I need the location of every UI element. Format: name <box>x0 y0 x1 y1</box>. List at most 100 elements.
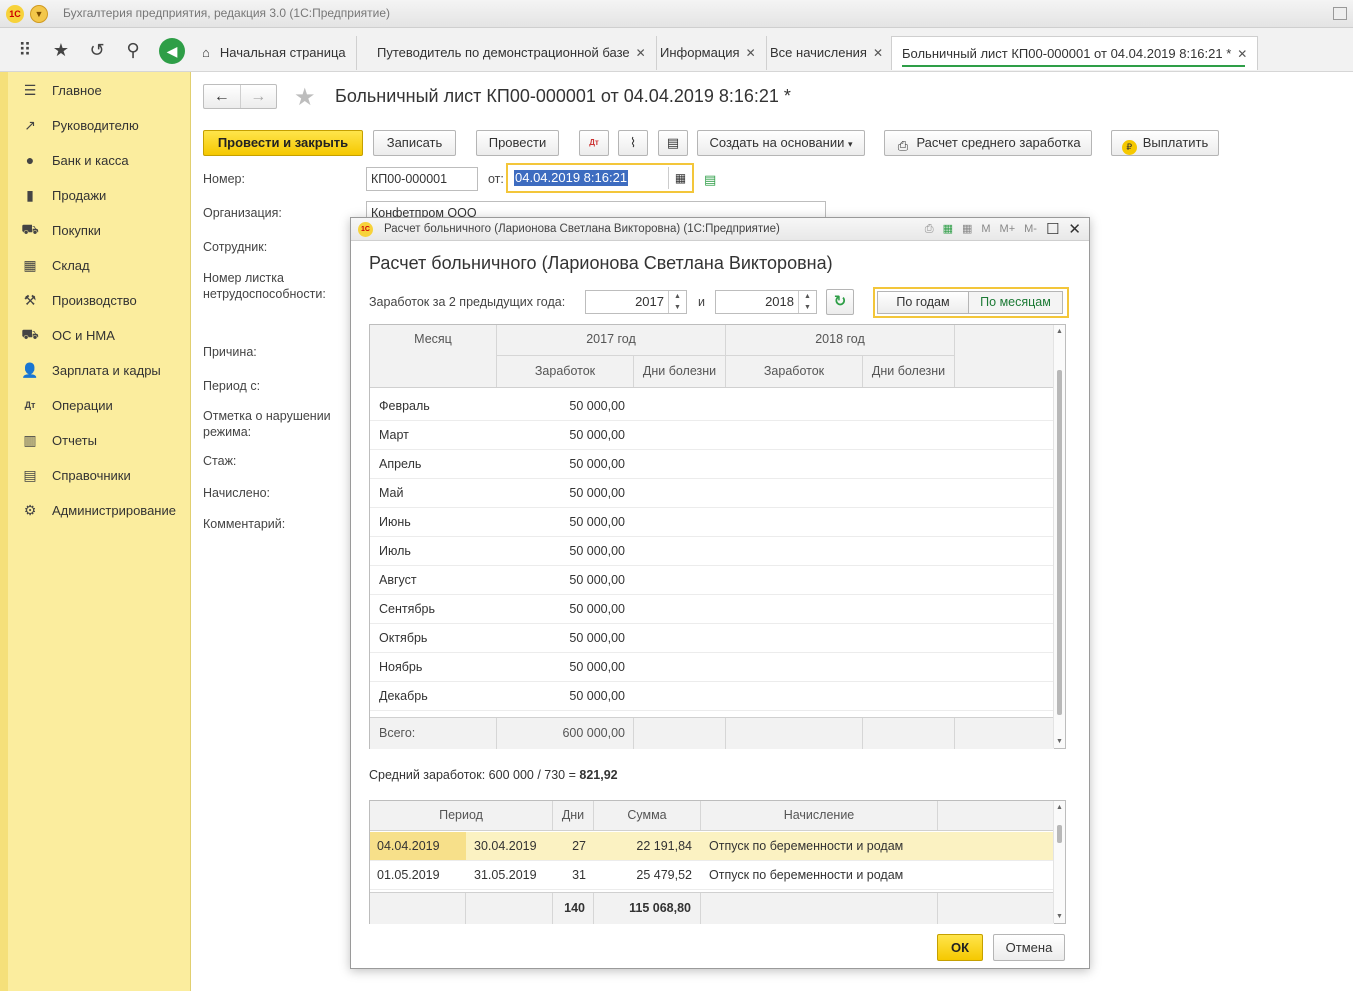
window-restore-button[interactable] <box>1333 7 1347 20</box>
memory-plus-button[interactable]: M+ <box>1000 218 1016 241</box>
average-earnings-button[interactable]: ⎙ Расчет среднего заработка <box>884 130 1092 156</box>
table-row[interactable]: Октябрь 50 000,00 <box>370 624 1054 653</box>
spreadsheet-icon[interactable]: ▦ <box>943 218 953 241</box>
number-field[interactable]: КП00-000001 <box>366 167 478 191</box>
status-icon[interactable]: ▤ <box>704 172 716 188</box>
tab-label: Информация <box>660 45 740 60</box>
refresh-icon[interactable]: ↻ <box>826 289 854 315</box>
scroll-down-icon[interactable]: ▼ <box>1056 913 1063 920</box>
tab-all-accruals[interactable]: Все начисления ✕ <box>760 36 895 70</box>
table-row[interactable]: Август 50 000,00 <box>370 566 1054 595</box>
year1-spinner[interactable]: 2017 ▲ ▼ <box>585 290 687 314</box>
table-row[interactable]: 01.05.2019 31.05.2019 31 25 479,52 Отпус… <box>370 861 1054 890</box>
scroll-up-icon[interactable]: ▲ <box>1056 804 1063 811</box>
tab-guide[interactable]: Путеводитель по демонстрационной базе ✕ <box>367 36 657 70</box>
structure-icon[interactable]: ▤ <box>658 130 688 156</box>
post-button[interactable]: Провести <box>476 130 559 156</box>
average-value: 821,92 <box>579 768 618 782</box>
dialog-title: Расчет больничного (Ларионова Светлана В… <box>384 223 780 235</box>
sidebar-item-reports[interactable]: ▥ Отчеты <box>20 429 97 451</box>
earn-cell: 50 000,00 <box>569 457 625 471</box>
sidebar-item-catalogs[interactable]: ▤ Справочники <box>20 464 130 486</box>
col-period: Период <box>370 801 553 830</box>
scroll-up-icon[interactable]: ▲ <box>1056 328 1063 335</box>
trend-icon: ↗ <box>24 116 36 133</box>
create-based-on-button[interactable]: Создать на основании ▾ <box>697 130 865 156</box>
pay-button[interactable]: ₽ Выплатить <box>1111 130 1219 156</box>
close-icon[interactable]: ✕ <box>746 46 756 60</box>
by-years-button[interactable]: По годам <box>877 291 969 314</box>
scroll-thumb[interactable] <box>1057 370 1062 715</box>
col-month: Месяц <box>370 325 497 387</box>
close-icon[interactable]: ✕ <box>1068 218 1081 241</box>
periods-scrollbar[interactable]: ▲ ▼ <box>1053 801 1065 923</box>
sidebar-item-sales[interactable]: ▮ Продажи <box>20 184 106 206</box>
table-row[interactable]: Декабрь 50 000,00 <box>370 682 1054 711</box>
spinner-arrows-icon[interactable]: ▲ ▼ <box>668 291 686 313</box>
sidebar-item-manager[interactable]: ↗ Руководителю <box>20 114 139 136</box>
sidebar-item-purchases[interactable]: ⛟ Покупки <box>20 219 101 241</box>
period-label: Период с: <box>203 379 261 393</box>
favorite-star-icon[interactable]: ★ <box>294 83 316 112</box>
year2-spinner[interactable]: 2018 ▲ ▼ <box>715 290 817 314</box>
maximize-icon[interactable]: ☐ <box>1046 218 1059 241</box>
table-row[interactable]: Февраль 50 000,00 <box>370 392 1054 421</box>
scroll-down-icon[interactable]: ▼ <box>1056 738 1063 745</box>
sidebar-item-main[interactable]: ☰ Главное <box>20 79 102 101</box>
cancel-button[interactable]: Отмена <box>993 934 1065 961</box>
by-months-button[interactable]: По месяцам <box>968 291 1063 314</box>
table-row[interactable]: Июнь 50 000,00 <box>370 508 1054 537</box>
tab-sick-leave[interactable]: Больничный лист КП00-000001 от 04.04.201… <box>891 36 1259 70</box>
sidebar-item-label: Зарплата и кадры <box>52 362 161 378</box>
table-row[interactable]: Ноябрь 50 000,00 <box>370 653 1054 682</box>
table-row[interactable]: Июль 50 000,00 <box>370 537 1054 566</box>
sidebar-item-admin[interactable]: ⚙ Администрирование <box>20 499 176 521</box>
footer-cell <box>634 718 726 749</box>
date-field[interactable]: 04.04.2019 8:16:21 ▦ <box>506 163 694 193</box>
favorites-star-icon[interactable]: ★ <box>50 39 72 61</box>
tab-info[interactable]: Информация ✕ <box>650 36 767 70</box>
close-icon[interactable]: ✕ <box>636 46 646 60</box>
sidebar-item-label: Операции <box>52 397 113 413</box>
memory-minus-button[interactable]: M- <box>1024 218 1037 241</box>
table-row[interactable]: Апрель 50 000,00 <box>370 450 1054 479</box>
memory-m-button[interactable]: M <box>981 218 990 241</box>
table-row[interactable]: Март 50 000,00 <box>370 421 1054 450</box>
attachment-icon[interactable]: ⌇ <box>618 130 648 156</box>
truck-icon: ⛟ <box>21 325 39 342</box>
month-cell: Июль <box>379 544 411 558</box>
warehouse-icon: ▦ <box>23 256 37 273</box>
search-icon[interactable]: ⚲ <box>122 39 144 61</box>
table-row[interactable]: Май 50 000,00 <box>370 479 1054 508</box>
table-scrollbar[interactable]: ▲ ▼ <box>1053 325 1065 748</box>
close-icon[interactable]: ✕ <box>873 46 883 60</box>
history-icon[interactable]: ↺ <box>86 39 108 61</box>
scroll-thumb[interactable] <box>1057 825 1062 843</box>
forward-arrow-icon[interactable]: → <box>239 85 277 108</box>
cart-icon: ⛟ <box>21 220 39 237</box>
sidebar-item-assets[interactable]: ⛟ ОС и НМА <box>20 324 115 346</box>
sidebar-item-salary[interactable]: 👤 Зарплата и кадры <box>20 359 161 381</box>
save-button[interactable]: Записать <box>373 130 456 156</box>
table-row[interactable]: Сентябрь 50 000,00 <box>370 595 1054 624</box>
ok-button[interactable]: ОК <box>937 934 983 961</box>
spinner-arrows-icon[interactable]: ▲ ▼ <box>798 291 816 313</box>
calendar-icon[interactable]: ▦ <box>962 218 972 241</box>
close-icon[interactable]: ✕ <box>1237 47 1247 61</box>
sidebar-item-production[interactable]: ⚒ Производство <box>20 289 137 311</box>
footer-cell <box>701 893 938 924</box>
main-menu-icon[interactable]: ▼ <box>30 5 48 23</box>
go-arrow-icon[interactable]: ◀ <box>159 38 185 64</box>
post-and-close-button[interactable]: Провести и закрыть <box>203 130 363 156</box>
table-row[interactable]: 04.04.2019 30.04.2019 27 22 191,84 Отпус… <box>370 832 1054 861</box>
calendar-icon[interactable]: ▦ <box>668 167 692 189</box>
sidebar-item-operations[interactable]: Дт Операции <box>20 394 113 416</box>
tab-home[interactable]: ⌂ Начальная страница <box>192 36 357 70</box>
sidebar-item-warehouse[interactable]: ▦ Склад <box>20 254 89 276</box>
print-icon[interactable]: ⎙ <box>925 218 934 241</box>
debit-credit-icon[interactable]: Дт <box>579 130 609 156</box>
sidebar-item-bank[interactable]: ● Банк и касса <box>20 149 129 171</box>
dialog-tools: ⎙ ▦ ▦ M M+ M- ☐ ✕ <box>925 218 1081 241</box>
back-arrow-icon[interactable]: ← <box>204 85 240 108</box>
apps-grid-icon[interactable]: ⠿ <box>14 39 36 61</box>
